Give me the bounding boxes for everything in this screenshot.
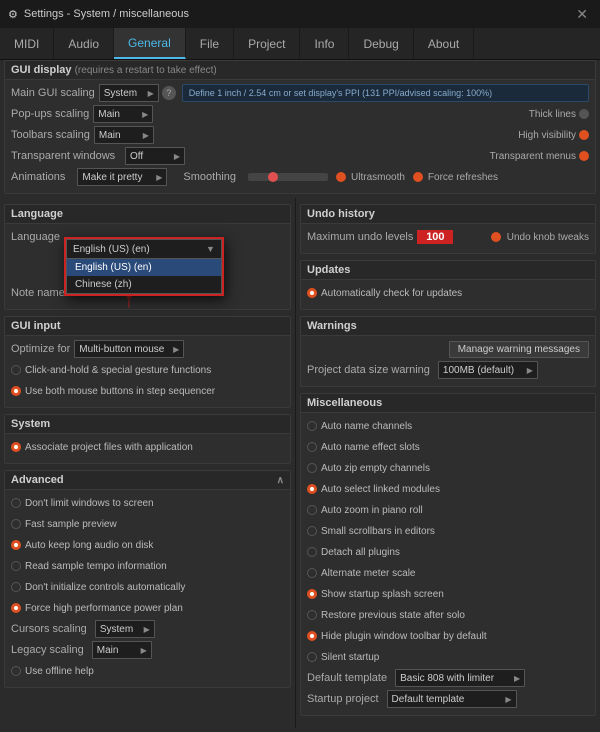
high-perf-power-radio[interactable] (11, 603, 21, 613)
lang-option-english[interactable]: English (US) (en) (67, 259, 221, 276)
no-limit-windows-radio[interactable] (11, 498, 21, 508)
no-init-controls-radio[interactable] (11, 582, 21, 592)
toolbars-scaling-select[interactable]: Main ▶ (94, 126, 154, 144)
optimize-for-select[interactable]: Multi-button mouse ▶ (74, 340, 184, 358)
updates-header: Updates (301, 261, 595, 280)
undo-history-header: Undo history (301, 205, 595, 224)
gui-input-header: GUI input (5, 317, 290, 336)
force-refreshes-option: Force refreshes (413, 172, 498, 183)
auto-name-channels-radio[interactable] (307, 421, 317, 431)
tab-about[interactable]: About (414, 28, 474, 59)
title-bar: ⚙ Settings - System / miscellaneous ✕ (0, 0, 600, 28)
read-sample-tempo-radio[interactable] (11, 561, 21, 571)
advanced-header: Advanced ∧ (5, 471, 290, 490)
keep-long-audio-radio[interactable] (11, 540, 21, 550)
system-section: System Associate project files with appl… (4, 414, 291, 464)
tab-bar: MIDI Audio General File Project Info Deb… (0, 28, 600, 60)
offline-help-radio[interactable] (11, 666, 21, 676)
language-dropdown[interactable]: English (US) (en) ▼ English (US) (en) Ch… (64, 237, 224, 296)
high-visibility-option: High visibility (518, 130, 589, 141)
project-data-size-select[interactable]: 100MB (default) ▶ (438, 361, 538, 379)
close-button[interactable]: ✕ (572, 6, 592, 23)
auto-zoom-piano-radio[interactable] (307, 505, 317, 515)
main-gui-help[interactable]: ? (162, 86, 176, 100)
alternate-meter-radio[interactable] (307, 568, 317, 578)
smoothing-slider-container (248, 173, 328, 181)
undo-history-section: Undo history Maximum undo levels 100 Und… (300, 204, 596, 254)
max-undo-levels-input[interactable]: 100 (417, 230, 453, 244)
restore-solo-radio[interactable] (307, 610, 317, 620)
thick-lines-indicator (579, 109, 589, 119)
force-refreshes-indicator (413, 172, 423, 182)
tab-debug[interactable]: Debug (349, 28, 413, 59)
hide-plugin-toolbar-radio[interactable] (307, 631, 317, 641)
small-scrollbars-radio[interactable] (307, 526, 317, 536)
startup-project-select[interactable]: Default template ▶ (387, 690, 517, 708)
associate-files-radio[interactable] (11, 442, 21, 452)
tab-audio[interactable]: Audio (54, 28, 114, 59)
default-template-select[interactable]: Basic 808 with limiter ▶ (395, 669, 525, 687)
warnings-section: Warnings Manage warning messages Project… (300, 316, 596, 387)
miscellaneous-header: Miscellaneous (301, 394, 595, 413)
transparent-windows-select[interactable]: Off ▶ (125, 147, 185, 165)
legacy-scaling-select[interactable]: Main ▶ (92, 641, 152, 659)
auto-check-updates-radio[interactable] (307, 288, 317, 298)
gui-input-section: GUI input Optimize for Multi-button mous… (4, 316, 291, 408)
lang-option-chinese[interactable]: Chinese (zh) (67, 276, 221, 293)
miscellaneous-section: Miscellaneous Auto name channels Auto na… (300, 393, 596, 716)
auto-zip-empty-radio[interactable] (307, 463, 317, 473)
gui-display-header: GUI display (requires a restart to take … (5, 61, 595, 80)
mouse-buttons-radio[interactable] (11, 386, 21, 396)
animations-select[interactable]: Make it pretty ▶ (77, 168, 167, 186)
tab-info[interactable]: Info (300, 28, 349, 59)
undo-knob-tweaks-option: Undo knob tweaks (491, 232, 589, 243)
gesture-radio[interactable] (11, 365, 21, 375)
settings-icon: ⚙ (8, 8, 18, 21)
gui-display-section: GUI display (requires a restart to take … (4, 60, 596, 194)
ultrasmooth-indicator (336, 172, 346, 182)
smoothing-slider[interactable] (248, 173, 328, 181)
title-bar-text: Settings - System / miscellaneous (24, 8, 189, 20)
warnings-header: Warnings (301, 317, 595, 336)
detach-plugins-radio[interactable] (307, 547, 317, 557)
tab-midi[interactable]: MIDI (0, 28, 54, 59)
transparent-menus-option: Transparent menus (490, 151, 589, 162)
ultrasmooth-option: Ultrasmooth (336, 172, 405, 183)
advanced-section: Advanced ∧ Don't limit windows to screen… (4, 470, 291, 688)
fast-sample-preview-radio[interactable] (11, 519, 21, 529)
thick-lines-option: Thick lines (529, 109, 589, 120)
language-header: Language (5, 205, 290, 224)
silent-startup-radio[interactable] (307, 652, 317, 662)
language-section: Language Language English (US) (en) ▼ E (4, 204, 291, 310)
auto-select-linked-radio[interactable] (307, 484, 317, 494)
show-splash-radio[interactable] (307, 589, 317, 599)
undo-knob-tweaks-indicator (491, 232, 501, 242)
updates-section: Updates Automatically check for updates (300, 260, 596, 310)
transparent-menus-indicator (579, 151, 589, 161)
main-gui-scaling-select[interactable]: System ▶ (99, 84, 159, 102)
tab-project[interactable]: Project (234, 28, 300, 59)
manage-warnings-button[interactable]: Manage warning messages (449, 341, 589, 358)
auto-name-effects-radio[interactable] (307, 442, 317, 452)
ppi-info: Define 1 inch / 2.54 cm or set display's… (182, 84, 589, 102)
language-dropdown-header[interactable]: English (US) (en) ▼ (66, 239, 222, 259)
pop-ups-scaling-select[interactable]: Main ▶ (93, 105, 153, 123)
high-visibility-indicator (579, 130, 589, 140)
cursors-scaling-select[interactable]: System ▶ (95, 620, 155, 638)
system-header: System (5, 415, 290, 434)
tab-file[interactable]: File (186, 28, 234, 59)
language-dropdown-list: English (US) (en) Chinese (zh) (66, 259, 222, 294)
tab-general[interactable]: General (114, 28, 186, 59)
